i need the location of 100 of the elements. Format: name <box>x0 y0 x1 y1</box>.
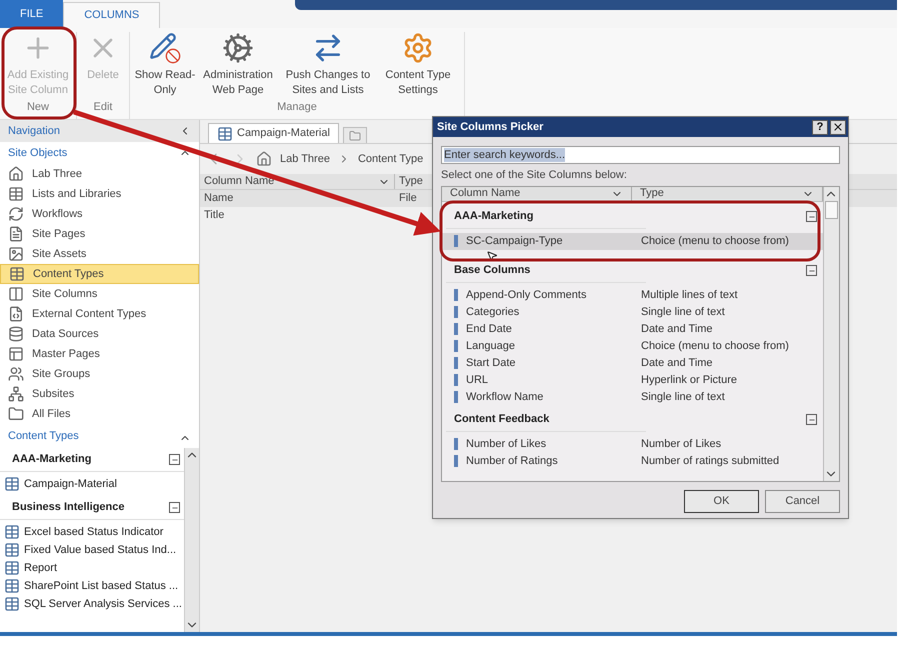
group-heading: AAA-Marketing <box>12 452 92 468</box>
ribbon-button[interactable]: Push Changes to Sites and Lists <box>280 32 376 98</box>
column-header[interactable]: Column Name <box>200 174 395 189</box>
ribbon-tab[interactable]: COLUMNS <box>63 2 160 28</box>
home-icon <box>256 151 272 167</box>
column-icon <box>454 357 458 369</box>
list-entry[interactable]: Excel based Status Indicator <box>0 523 184 541</box>
column-type: Single line of text <box>641 390 726 405</box>
expand-toggle[interactable] <box>806 414 817 425</box>
column-name: Categories <box>466 304 520 320</box>
site-column-row[interactable]: Categories Single line of text <box>442 304 823 320</box>
scroll-thumb[interactable] <box>825 200 838 218</box>
column-name: SC-Campaign-Type <box>466 234 563 249</box>
nav-item[interactable]: Site Assets <box>0 244 199 264</box>
subsites-icon <box>8 386 24 402</box>
expand-toggle[interactable] <box>169 502 180 513</box>
nav-item[interactable]: Lab Three <box>0 164 199 184</box>
list-entry[interactable]: SharePoint List based Status ... <box>0 577 184 595</box>
nav-item[interactable]: Subsites <box>0 384 199 404</box>
group-heading: Business Intelligence <box>12 500 124 516</box>
dialog-title: Site Columns Picker <box>437 120 544 135</box>
section-title: Content Types <box>8 428 79 444</box>
expand-toggle[interactable] <box>169 454 180 465</box>
close-icon <box>832 121 844 133</box>
nav-item[interactable]: Site Groups <box>0 364 199 384</box>
nav-item[interactable]: Site Pages <box>0 224 199 244</box>
assets-icon <box>8 246 24 262</box>
column-type: Multiple lines of text <box>641 288 739 303</box>
site-column-row[interactable]: Language Choice (menu to choose from) <box>442 338 823 354</box>
content-type-icon <box>217 126 233 142</box>
group-label: Edit <box>92 100 114 114</box>
nav-item[interactable]: All Files <box>0 404 199 424</box>
ribbon-tab[interactable]: FILE <box>0 0 64 28</box>
breadcrumb-item[interactable]: Lab Three <box>280 150 330 168</box>
column-icon <box>454 306 458 318</box>
column-name: Language <box>466 338 515 354</box>
column-type: Date and Time <box>641 356 714 371</box>
ribbon-button[interactable]: Content Type Settings <box>376 32 460 98</box>
site-column-row[interactable]: SC-Campaign-Type Choice (menu to choose from) <box>442 232 823 250</box>
nav-item[interactable]: External Content Types <box>0 304 199 324</box>
column-name: URL <box>466 372 488 388</box>
column-icon <box>454 235 458 247</box>
scrollbar[interactable] <box>823 186 839 480</box>
folder-icon <box>348 130 361 142</box>
site-column-row[interactable]: End Date Date and Time <box>442 320 823 338</box>
nav-item[interactable]: Data Sources <box>0 324 199 344</box>
table-cell-text: Title <box>203 208 226 223</box>
site-column-row[interactable]: Number of Likes Number of Likes <box>442 436 823 452</box>
column-header[interactable]: Column Name <box>442 186 632 200</box>
site-column-row[interactable]: URL Hyperlink or Picture <box>442 372 823 388</box>
column-icon <box>8 286 24 302</box>
table-cell-text: Name <box>203 191 234 206</box>
content-type-icon <box>4 542 20 558</box>
site-column-row[interactable]: Append-Only Comments Multiple lines of text <box>442 286 823 304</box>
site-column-row[interactable]: Start Date Date and Time <box>442 354 823 372</box>
column-type: Single line of text <box>641 304 726 320</box>
home-icon <box>8 166 24 182</box>
nav-item[interactable]: Site Columns <box>0 284 199 304</box>
ribbon-button[interactable]: Administration Web Page <box>196 32 280 98</box>
master-icon <box>8 346 24 362</box>
column-icon <box>454 455 458 467</box>
nav-item[interactable]: Lists and Libraries <box>0 184 199 204</box>
list-entry[interactable]: Fixed Value based Status Ind... <box>0 541 184 559</box>
column-icon <box>454 289 458 301</box>
column-name: End Date <box>466 322 512 337</box>
close-button[interactable] <box>830 120 846 134</box>
expand-toggle[interactable] <box>806 211 817 222</box>
files-icon <box>8 406 24 422</box>
breadcrumb-item[interactable]: Content Type <box>358 150 424 168</box>
list-entry[interactable]: SQL Server Analysis Services ... <box>0 595 184 613</box>
column-type: Hyperlink or Picture <box>641 372 738 388</box>
column-type: Number of Likes <box>641 436 722 452</box>
document-tab[interactable]: Campaign-Material <box>208 123 339 143</box>
pages-icon <box>8 226 24 242</box>
search-field[interactable]: Enter search keywords... <box>441 146 840 164</box>
expand-toggle[interactable] <box>806 265 817 276</box>
settings-icon <box>402 32 434 64</box>
column-icon <box>454 391 458 403</box>
list-entry[interactable]: Campaign-Material <box>0 475 184 493</box>
scrollbar[interactable] <box>184 448 199 632</box>
dialog-button[interactable]: Cancel <box>765 490 840 512</box>
column-type: Choice (menu to choose from) <box>641 234 790 249</box>
nav-item[interactable]: Workflows <box>0 204 199 224</box>
dialog-button[interactable]: OK <box>684 490 759 512</box>
group-heading: Content Feedback <box>454 412 550 428</box>
pencil-icon <box>149 32 181 64</box>
column-icon <box>454 374 458 386</box>
column-name: Start Date <box>466 356 516 371</box>
content-type-icon <box>4 524 20 540</box>
group-heading: Base Columns <box>454 263 530 278</box>
column-icon <box>454 323 458 335</box>
list-entry[interactable]: Report <box>0 559 184 577</box>
ribbon-button[interactable]: Show Read-Only <box>134 32 196 98</box>
site-column-row[interactable]: Workflow Name Single line of text <box>442 388 823 406</box>
help-button[interactable]: ? <box>812 120 828 134</box>
column-name: Number of Likes <box>466 436 546 452</box>
site-column-row[interactable]: Number of Ratings Number of ratings submitted <box>442 452 823 470</box>
nav-item[interactable]: Content Types <box>0 264 199 284</box>
nav-item[interactable]: Master Pages <box>0 344 199 364</box>
column-name: Append-Only Comments <box>466 288 586 303</box>
